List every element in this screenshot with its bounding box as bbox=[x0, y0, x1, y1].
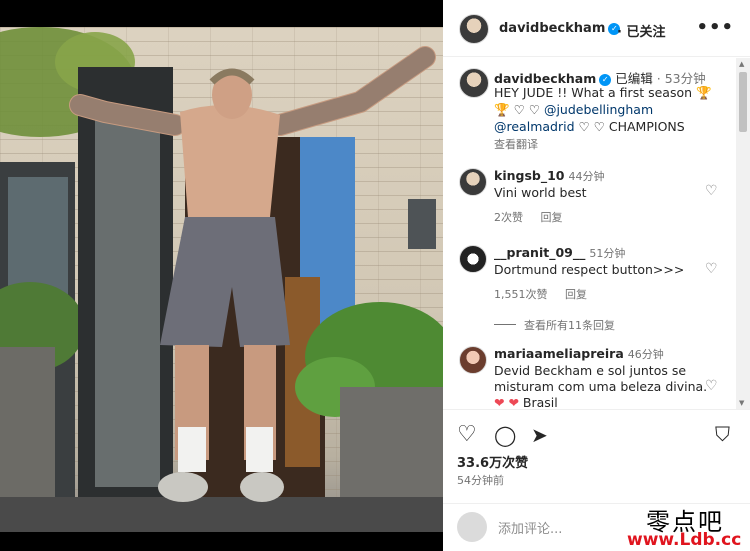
caption-line-2: 🏆 ♡ ♡ @judebellingham bbox=[494, 102, 653, 118]
caption-line-1: HEY JUDE !! What a first season 🏆 bbox=[494, 85, 712, 101]
scroll-up-icon[interactable]: ▲ bbox=[739, 60, 744, 68]
post-time[interactable]: 54分钟前 bbox=[457, 472, 504, 488]
comment-3-username[interactable]: mariaameliapreira bbox=[494, 346, 624, 361]
comment-1-likes[interactable]: 2次赞 bbox=[494, 211, 523, 224]
comment-avatar[interactable] bbox=[459, 245, 487, 273]
comment-1-time[interactable]: 44分钟 bbox=[568, 170, 604, 183]
comment-2-meta: 1,551次赞 回复 bbox=[494, 286, 601, 302]
comment-1-reply[interactable]: 回复 bbox=[541, 211, 563, 224]
follow-status-label[interactable]: 已关注 bbox=[626, 25, 665, 40]
champions-text: CHAMPIONS bbox=[608, 119, 685, 134]
comment-2-text: Dortmund respect button>>> bbox=[494, 262, 685, 277]
caption-avatar[interactable] bbox=[459, 68, 489, 98]
comment-2-header: __pranit_09__ 51分钟 bbox=[494, 245, 625, 261]
likes-count[interactable]: 33.6万次赞 bbox=[457, 452, 528, 471]
photo-scene bbox=[0, 27, 443, 532]
comments-scrollbar[interactable]: ▲ ▼ bbox=[736, 58, 750, 409]
comment-avatar[interactable] bbox=[459, 168, 487, 196]
comment-2-like-icon[interactable]: ♡ bbox=[705, 261, 718, 277]
comment-3-header: mariaameliapreira 46分钟 bbox=[494, 346, 664, 362]
author-username-block[interactable]: davidbeckham ✓ bbox=[499, 21, 621, 36]
view-replies[interactable]: 查看所有11条回复 bbox=[494, 317, 615, 333]
current-user-avatar bbox=[457, 512, 487, 542]
watermark-url: www.Ldb.cc bbox=[627, 530, 742, 550]
post-side-panel: davidbeckham ✓ · 已关注 ••• davidbeckham ✓ 已编… bbox=[443, 0, 750, 551]
scrollbar-thumb[interactable] bbox=[739, 72, 747, 132]
comment-1-text: Vini world best bbox=[494, 185, 587, 200]
trophy-icon: 🏆 bbox=[696, 85, 712, 100]
comment-icon[interactable]: ◯ bbox=[494, 423, 516, 447]
replies-line bbox=[494, 324, 516, 325]
more-options-icon[interactable]: ••• bbox=[696, 17, 734, 38]
add-comment-input[interactable]: 添加评论... bbox=[498, 518, 562, 537]
comment-3-text-1: Devid Beckham e sol juntos se bbox=[494, 363, 687, 378]
like-icon[interactable]: ♡ bbox=[457, 422, 477, 447]
comment-1-username[interactable]: kingsb_10 bbox=[494, 168, 564, 183]
scroll-down-icon[interactable]: ▼ bbox=[739, 399, 744, 407]
comment-avatar[interactable] bbox=[459, 346, 487, 374]
caption-text: HEY JUDE !! What a first season bbox=[494, 85, 693, 100]
share-icon[interactable]: ➤ bbox=[531, 423, 548, 447]
edited-label: 已编辑 bbox=[615, 71, 653, 86]
post-photo[interactable] bbox=[0, 27, 443, 532]
comment-3-like-icon[interactable]: ♡ bbox=[705, 378, 718, 394]
comment-1-header: kingsb_10 44分钟 bbox=[494, 168, 604, 184]
post-header: davidbeckham ✓ · 已关注 ••• bbox=[443, 0, 750, 57]
follow-status[interactable]: · 已关注 bbox=[617, 21, 665, 40]
caption-username[interactable]: davidbeckham bbox=[494, 71, 596, 86]
comment-1-like-icon[interactable]: ♡ bbox=[705, 183, 718, 199]
red-heart-icon: ❤ ❤ bbox=[494, 395, 519, 409]
author-avatar[interactable] bbox=[459, 14, 489, 44]
save-bookmark-icon[interactable]: ⛉ bbox=[715, 422, 730, 446]
comment-3-brasil: Brasil bbox=[522, 395, 558, 409]
heart-outline-icon: ♡ ♡ bbox=[578, 119, 605, 134]
comment-3-time[interactable]: 46分钟 bbox=[628, 348, 664, 361]
comment-3-text-3: ❤ ❤ Brasil bbox=[494, 395, 558, 409]
caption-line-3: @realmadrid ♡ ♡ CHAMPIONS bbox=[494, 119, 685, 134]
translate-link[interactable]: 查看翻译 bbox=[494, 136, 538, 152]
mention-realmadrid[interactable]: @realmadrid bbox=[494, 119, 575, 134]
view-replies-label[interactable]: 查看所有11条回复 bbox=[524, 319, 615, 332]
post-actions: ♡ ◯ ➤ ⛉ 33.6万次赞 54分钟前 bbox=[443, 409, 750, 509]
comment-2-likes[interactable]: 1,551次赞 bbox=[494, 288, 548, 301]
comment-2-time[interactable]: 51分钟 bbox=[589, 247, 625, 260]
comment-1-meta: 2次赞 回复 bbox=[494, 209, 577, 225]
caption-time[interactable]: 53分钟 bbox=[665, 71, 706, 86]
comment-3-text-2: misturam com uma beleza divina. bbox=[494, 379, 708, 394]
author-username[interactable]: davidbeckham bbox=[499, 21, 605, 36]
comments-scroll-area[interactable]: davidbeckham ✓ 已编辑 · 53分钟 HEY JUDE !! Wha… bbox=[443, 58, 750, 409]
comment-2-reply[interactable]: 回复 bbox=[565, 288, 587, 301]
comment-2-username[interactable]: __pranit_09__ bbox=[494, 245, 585, 260]
trophy-icon: 🏆 bbox=[494, 102, 510, 117]
heart-outline-icon: ♡ ♡ bbox=[513, 102, 540, 117]
mention-judebellingham[interactable]: @judebellingham bbox=[544, 102, 653, 117]
